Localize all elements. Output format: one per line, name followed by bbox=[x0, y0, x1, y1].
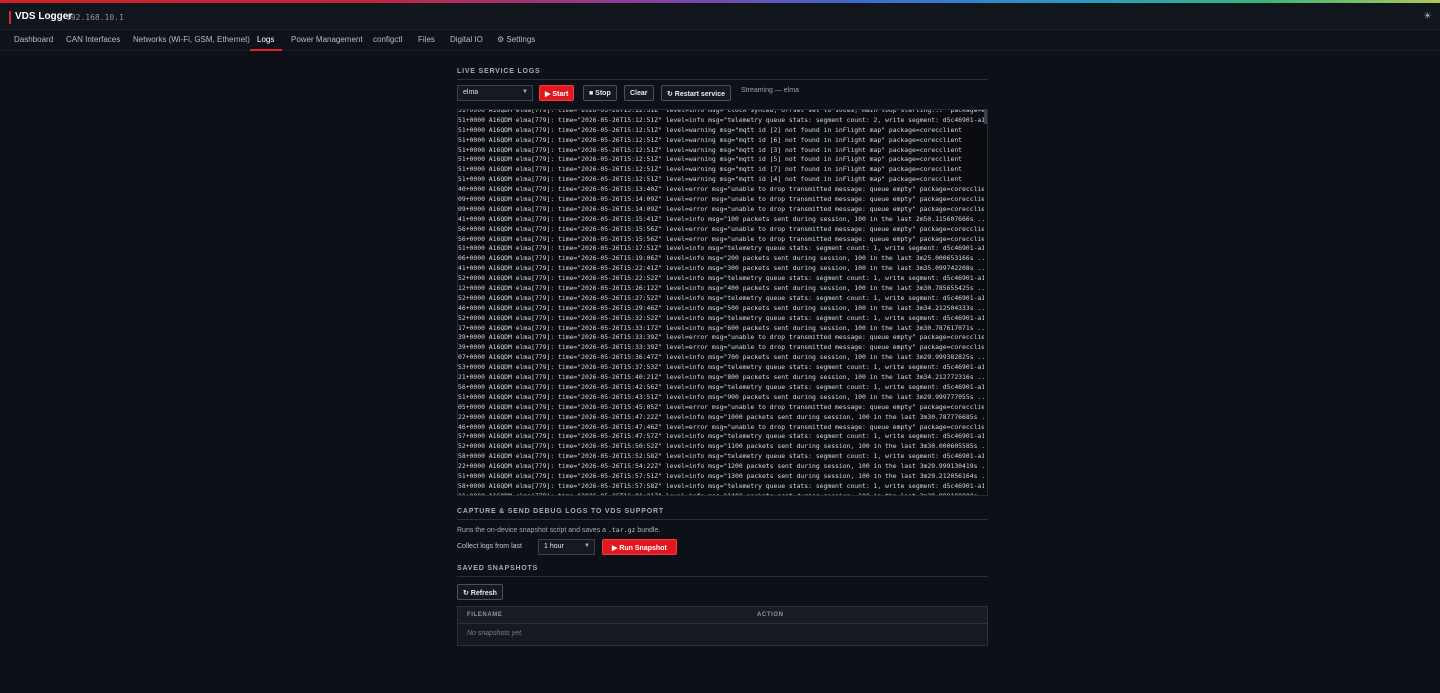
chevron-down-icon: ▼ bbox=[522, 89, 528, 95]
stop-button[interactable]: ■ Stop bbox=[583, 85, 617, 101]
log-line: 52+0000 A16QDM elma[779]: time="2026-05-… bbox=[458, 313, 986, 322]
tab-digital-io[interactable]: Digital IO bbox=[450, 35, 483, 44]
table-header: FILENAME ACTION bbox=[458, 607, 987, 624]
log-line: 12+0000 A16QDM elma[779]: time="2026-05-… bbox=[458, 284, 988, 293]
log-line: 51+0000 A16QDM elma[779]: time="2026-05-… bbox=[458, 125, 963, 134]
log-line: 22+0000 A16QDM elma[779]: time="2026-05-… bbox=[458, 462, 988, 471]
log-scrollbar-thumb[interactable] bbox=[984, 110, 987, 124]
tab-settings[interactable]: ⚙ Settings bbox=[497, 35, 535, 44]
log-line: 51+0000 A16QDM elma[779]: time="2026-05-… bbox=[458, 155, 963, 164]
debug-description: Runs the on-device snapshot script and s… bbox=[457, 526, 988, 534]
log-line: 51+0000 A16QDM elma[779]: time="2026-05-… bbox=[458, 165, 963, 174]
log-line: 39+0000 A16QDM elma[779]: time="2026-05-… bbox=[458, 333, 988, 342]
log-line: 46+0000 A16QDM elma[779]: time="2026-05-… bbox=[458, 303, 988, 312]
logs-panel: LIVE SERVICE LOGS elma ▼ ▶ Start ■ Stop … bbox=[457, 68, 988, 646]
brand-accent-bar bbox=[9, 11, 11, 24]
app-title: VDS Logger bbox=[15, 11, 73, 22]
log-line: 51+0000 A16QDM elma[779]: time="2026-05-… bbox=[458, 392, 988, 401]
debug-logs-heading: CAPTURE & SEND DEBUG LOGS TO VDS SUPPORT bbox=[457, 508, 988, 520]
tab-networks[interactable]: Networks (Wi-Fi, GSM, Ethernet) bbox=[133, 35, 250, 44]
log-line: 56+0000 A16QDM elma[779]: time="2026-05-… bbox=[458, 234, 988, 243]
service-select[interactable]: elma ▼ bbox=[457, 85, 533, 101]
log-line: 51+0000 A16QDM elma[779]: time="2026-05-… bbox=[458, 244, 986, 253]
log-line: 06+0000 A16QDM elma[779]: time="2026-05-… bbox=[458, 254, 988, 263]
start-button[interactable]: ▶ Start bbox=[539, 85, 575, 101]
empty-state: No snapshots yet. bbox=[467, 630, 524, 637]
service-select-value: elma bbox=[463, 89, 479, 96]
log-output[interactable]: 51+0000 A16QDM elma[779]: time="2026-05-… bbox=[457, 109, 988, 496]
log-line: 41+0000 A16QDM elma[779]: time="2026-05-… bbox=[458, 214, 988, 223]
log-line: 52+0000 A16QDM elma[779]: time="2026-05-… bbox=[458, 442, 988, 451]
debug-description-suffix: bundle. bbox=[635, 527, 661, 534]
log-line: 51+0000 A16QDM elma[779]: time="2026-05-… bbox=[458, 175, 963, 184]
log-lines: 51+0000 A16QDM elma[779]: time="2026-05-… bbox=[458, 109, 988, 496]
log-line: 51+0000 A16QDM elma[779]: time="2026-05-… bbox=[458, 115, 986, 124]
log-line: 56+0000 A16QDM elma[779]: time="2026-05-… bbox=[458, 382, 986, 391]
log-line: 58+0000 A16QDM elma[779]: time="2026-05-… bbox=[458, 452, 986, 461]
log-line: 07+0000 A16QDM elma[779]: time="2026-05-… bbox=[458, 353, 988, 362]
stream-status: Streaming — elma bbox=[741, 87, 799, 94]
tab-can-interfaces[interactable]: CAN Interfaces bbox=[66, 35, 120, 44]
log-line: 09+0000 A16QDM elma[779]: time="2026-05-… bbox=[458, 204, 988, 213]
main-nav: Dashboard CAN Interfaces Networks (Wi-Fi… bbox=[0, 30, 1440, 51]
tab-dashboard[interactable]: Dashboard bbox=[14, 35, 53, 44]
log-line: 51+0000 A16QDM elma[779]: time="2026-05-… bbox=[458, 145, 963, 154]
log-controls: elma ▼ ▶ Start ■ Stop Clear ↻ Restart se… bbox=[457, 85, 988, 109]
snapshot-controls: Collect logs from last 1 hour ▼ ▶ Run Sn… bbox=[457, 539, 988, 559]
log-line: 05+0000 A16QDM elma[779]: time="2026-05-… bbox=[458, 402, 988, 411]
app-header: VDS Logger 192.168.10.1 ☀ bbox=[0, 3, 1440, 30]
log-scrollbar[interactable] bbox=[984, 110, 987, 495]
log-line: 58+0000 A16QDM elma[779]: time="2026-05-… bbox=[458, 481, 986, 490]
log-line: 46+0000 A16QDM elma[779]: time="2026-05-… bbox=[458, 422, 988, 431]
chevron-down-icon: ▼ bbox=[584, 543, 590, 549]
active-tab-indicator bbox=[250, 49, 282, 51]
debug-description-text: Runs the on-device snapshot script and s… bbox=[457, 527, 608, 534]
log-line: 57+0000 A16QDM elma[779]: time="2026-05-… bbox=[458, 432, 986, 441]
saved-snapshots-heading: SAVED SNAPSHOTS bbox=[457, 565, 988, 577]
column-filename: FILENAME bbox=[467, 612, 503, 618]
duration-select[interactable]: 1 hour ▼ bbox=[538, 539, 595, 555]
log-line: 53+0000 A16QDM elma[779]: time="2026-05-… bbox=[458, 363, 986, 372]
device-ip: 192.168.10.1 bbox=[66, 13, 124, 22]
log-line: 52+0000 A16QDM elma[779]: time="2026-05-… bbox=[458, 274, 986, 283]
restart-service-button[interactable]: ↻ Restart service bbox=[661, 85, 732, 101]
tab-power-management[interactable]: Power Management bbox=[291, 35, 363, 44]
log-line: 41+0000 A16QDM elma[779]: time="2026-05-… bbox=[458, 264, 988, 273]
log-line: 51+0000 A16QDM elma[779]: time="2026-05-… bbox=[458, 135, 963, 144]
sun-icon[interactable]: ☀ bbox=[1423, 11, 1432, 22]
clear-button[interactable]: Clear bbox=[624, 85, 654, 101]
column-action: ACTION bbox=[757, 612, 784, 618]
collect-label: Collect logs from last bbox=[457, 543, 522, 550]
run-snapshot-button[interactable]: ▶ Run Snapshot bbox=[602, 539, 677, 555]
log-line: 21+0000 A16QDM elma[779]: time="2026-05-… bbox=[458, 373, 988, 382]
tab-files[interactable]: Files bbox=[418, 35, 435, 44]
log-line: 51+0000 A16QDM elma[779]: time="2026-05-… bbox=[458, 471, 988, 480]
log-line: 22+0000 A16QDM elma[779]: time="2026-05-… bbox=[458, 412, 988, 421]
tab-logs[interactable]: Logs bbox=[257, 35, 274, 44]
log-line: 21+0000 A16QDM elma[779]: time="2026-05-… bbox=[458, 491, 988, 496]
tab-configctl[interactable]: configctl bbox=[373, 35, 402, 44]
duration-select-value: 1 hour bbox=[544, 543, 564, 550]
refresh-button[interactable]: ↻ Refresh bbox=[457, 584, 503, 600]
log-line: 17+0000 A16QDM elma[779]: time="2026-05-… bbox=[458, 323, 988, 332]
log-line: 40+0000 A16QDM elma[779]: time="2026-05-… bbox=[458, 185, 988, 194]
live-logs-heading: LIVE SERVICE LOGS bbox=[457, 68, 988, 80]
table-body: No snapshots yet. bbox=[458, 624, 987, 645]
log-line: 51+0000 A16QDM elma[779]: time="2026-05-… bbox=[458, 109, 986, 114]
snapshots-table: FILENAME ACTION No snapshots yet. bbox=[457, 606, 988, 646]
log-line: 52+0000 A16QDM elma[779]: time="2026-05-… bbox=[458, 293, 986, 302]
tar-gz-code: .tar.gz bbox=[607, 526, 636, 534]
log-line: 09+0000 A16QDM elma[779]: time="2026-05-… bbox=[458, 195, 988, 204]
log-line: 56+0000 A16QDM elma[779]: time="2026-05-… bbox=[458, 224, 988, 233]
log-line: 39+0000 A16QDM elma[779]: time="2026-05-… bbox=[458, 343, 988, 352]
